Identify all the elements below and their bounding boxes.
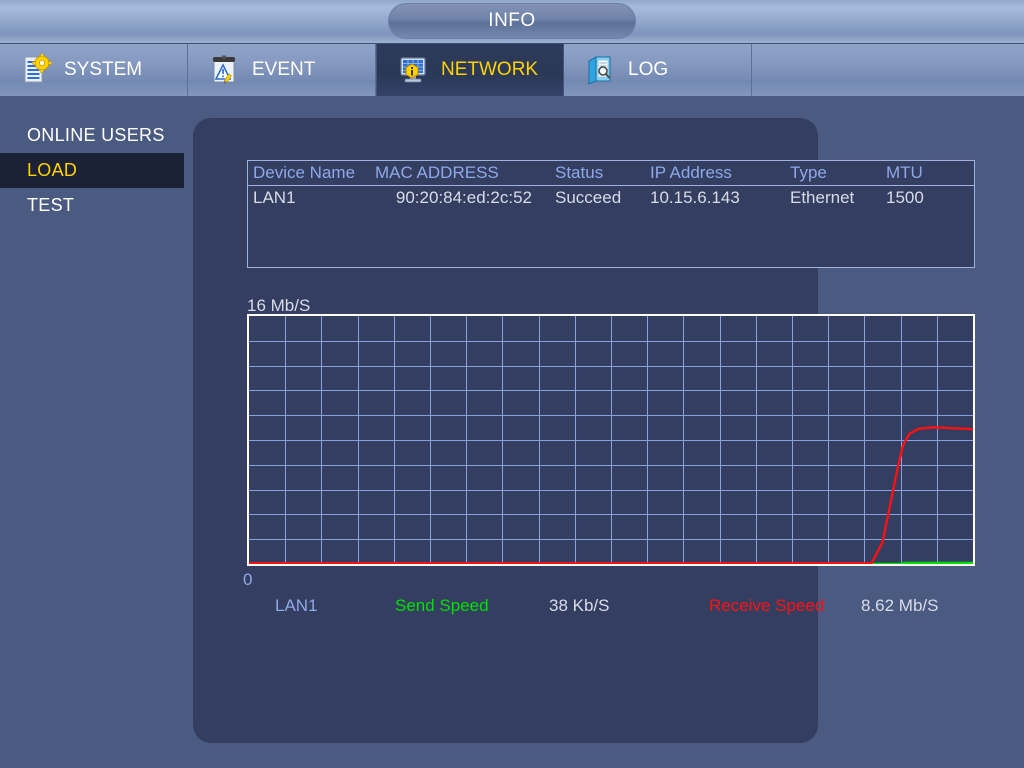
chart-ymin-label: 0 xyxy=(243,570,252,590)
column-header-mac-address: MAC ADDRESS xyxy=(375,163,555,183)
network-monitor-info-icon xyxy=(399,54,429,86)
chart-series-layer xyxy=(249,316,973,564)
legend-receive-speed-value: 8.62 Mb/S xyxy=(861,596,939,616)
column-header-ip-address: IP Address xyxy=(650,163,790,183)
legend-send-speed-label: Send Speed xyxy=(395,596,489,616)
tab-system[interactable]: SYSTEM xyxy=(0,44,188,96)
window-title-pill: INFO xyxy=(388,3,636,39)
main-tabbar: SYSTEM EVENT xyxy=(0,44,1024,96)
column-header-type: Type xyxy=(790,163,886,183)
system-document-gear-icon xyxy=(22,54,52,86)
tab-network-label: NETWORK xyxy=(441,59,538,81)
content-area: ONLINE USERS LOAD TEST Device Name MAC A… xyxy=(0,96,1024,768)
cell-ip-address: 10.15.6.143 xyxy=(650,188,790,208)
sidebar-item-label: LOAD xyxy=(27,160,77,181)
tab-network[interactable]: NETWORK xyxy=(376,44,564,96)
event-clipboard-warning-icon xyxy=(210,54,240,86)
tab-log[interactable]: LOG xyxy=(564,44,752,96)
page-title: INFO xyxy=(488,10,535,32)
cell-mtu: 1500 xyxy=(886,188,946,208)
window-titlebar: INFO xyxy=(0,0,1024,44)
chart-ymax-label: 16 Mb/S xyxy=(247,296,310,316)
cell-mac-address: 90:20:84:ed:2c:52 xyxy=(375,188,555,208)
tab-log-label: LOG xyxy=(628,59,668,81)
sidebar-item-load[interactable]: LOAD xyxy=(0,153,184,188)
tab-system-label: SYSTEM xyxy=(64,59,142,81)
cell-device-name: LAN1 xyxy=(253,188,375,208)
column-header-device-name: Device Name xyxy=(253,163,375,183)
chart-legend: LAN1 Send Speed 38 Kb/S Receive Speed 8.… xyxy=(247,596,987,620)
legend-receive-speed-label: Receive Speed xyxy=(709,596,824,616)
network-load-panel: Device Name MAC ADDRESS Status IP Addres… xyxy=(193,118,818,743)
tab-event-label: EVENT xyxy=(252,59,315,81)
sidebar-item-label: TEST xyxy=(27,195,74,216)
tab-event[interactable]: EVENT xyxy=(188,44,376,96)
legend-interface-label: LAN1 xyxy=(275,596,318,616)
cell-type: Ethernet xyxy=(790,188,886,208)
sidebar-item-test[interactable]: TEST xyxy=(0,188,184,223)
table-header-row: Device Name MAC ADDRESS Status IP Addres… xyxy=(248,161,974,186)
sidebar-menu: ONLINE USERS LOAD TEST xyxy=(0,118,184,223)
info-network-load-screen: INFO xyxy=(0,0,1024,768)
sidebar-item-online-users[interactable]: ONLINE USERS xyxy=(0,118,184,153)
tabbar-filler xyxy=(752,44,1024,96)
log-book-search-icon xyxy=(586,54,616,86)
cell-status: Succeed xyxy=(555,188,650,208)
legend-send-speed-value: 38 Kb/S xyxy=(549,596,610,616)
column-header-mtu: MTU xyxy=(886,163,946,183)
chart-series-receive-speed xyxy=(249,427,973,563)
network-load-chart xyxy=(247,314,975,566)
column-header-status: Status xyxy=(555,163,650,183)
table-row[interactable]: LAN1 90:20:84:ed:2c:52 Succeed 10.15.6.1… xyxy=(248,186,974,210)
sidebar-item-label: ONLINE USERS xyxy=(27,125,165,146)
device-table: Device Name MAC ADDRESS Status IP Addres… xyxy=(247,160,975,268)
